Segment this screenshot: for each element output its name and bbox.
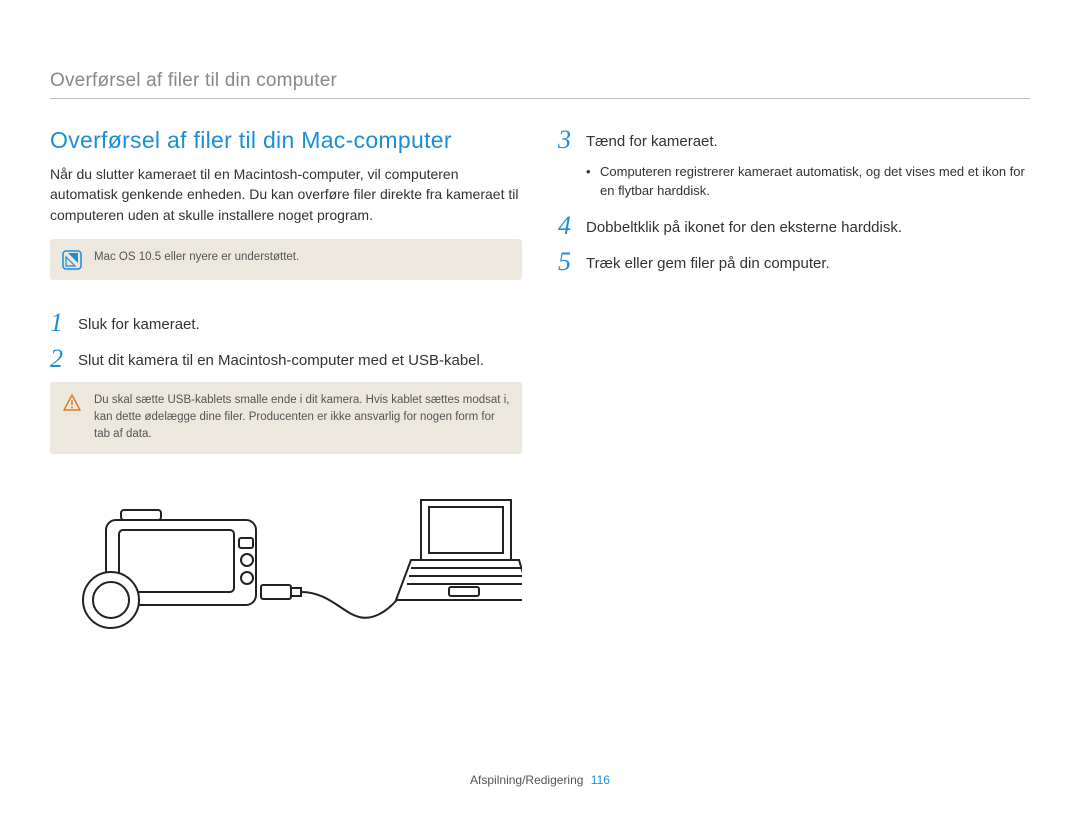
info-note-text: Mac OS 10.5 eller nyere er understøttet. [94, 249, 299, 266]
step-3-bullet: Computeren registrerer kameraet automati… [586, 163, 1030, 201]
step-text: Dobbeltklik på ikonet for den eksterne h… [586, 213, 902, 239]
warning-note-box: Du skal sætte USB-kablets smalle ende i … [50, 382, 522, 454]
warning-note-text: Du skal sætte USB-kablets smalle ende i … [94, 392, 510, 444]
step-text: Sluk for kameraet. [78, 310, 200, 336]
step-text: Tænd for kameraet. [586, 127, 718, 153]
footer-section-label: Afspilning/Redigering [470, 773, 583, 787]
intro-paragraph: Når du slutter kameraet til en Macintosh… [50, 164, 522, 225]
page-footer: Afspilning/Redigering 116 [0, 773, 1080, 787]
step-number: 5 [558, 249, 576, 275]
section-title: Overførsel af filer til din Mac-computer [50, 127, 522, 154]
step-4: 4 Dobbeltklik på ikonet for den eksterne… [558, 213, 1030, 239]
step-5: 5 Træk eller gem filer på din computer. [558, 249, 1030, 275]
warning-icon [62, 393, 82, 413]
step-number: 2 [50, 346, 68, 372]
page-number: 116 [591, 773, 610, 787]
step-number: 4 [558, 213, 576, 239]
content-columns: Overførsel af filer til din Mac-computer… [50, 127, 1030, 650]
left-column: Overførsel af filer til din Mac-computer… [50, 127, 522, 650]
step-1: 1 Sluk for kameraet. [50, 310, 522, 336]
step-text: Slut dit kamera til en Macintosh-compute… [78, 346, 484, 372]
info-note-box: Mac OS 10.5 eller nyere er understøttet. [50, 239, 522, 280]
step-number: 1 [50, 310, 68, 336]
usb-connection-illustration [50, 480, 522, 650]
step-2: 2 Slut dit kamera til en Macintosh-compu… [50, 346, 522, 372]
step-text: Træk eller gem filer på din computer. [586, 249, 830, 275]
step-3-sub: Computeren registrerer kameraet automati… [586, 163, 1030, 201]
step-number: 3 [558, 127, 576, 153]
step-3: 3 Tænd for kameraet. [558, 127, 1030, 153]
right-column: 3 Tænd for kameraet. Computeren registre… [558, 127, 1030, 650]
note-icon [62, 250, 82, 270]
page-header: Overførsel af filer til din computer [50, 70, 1030, 99]
